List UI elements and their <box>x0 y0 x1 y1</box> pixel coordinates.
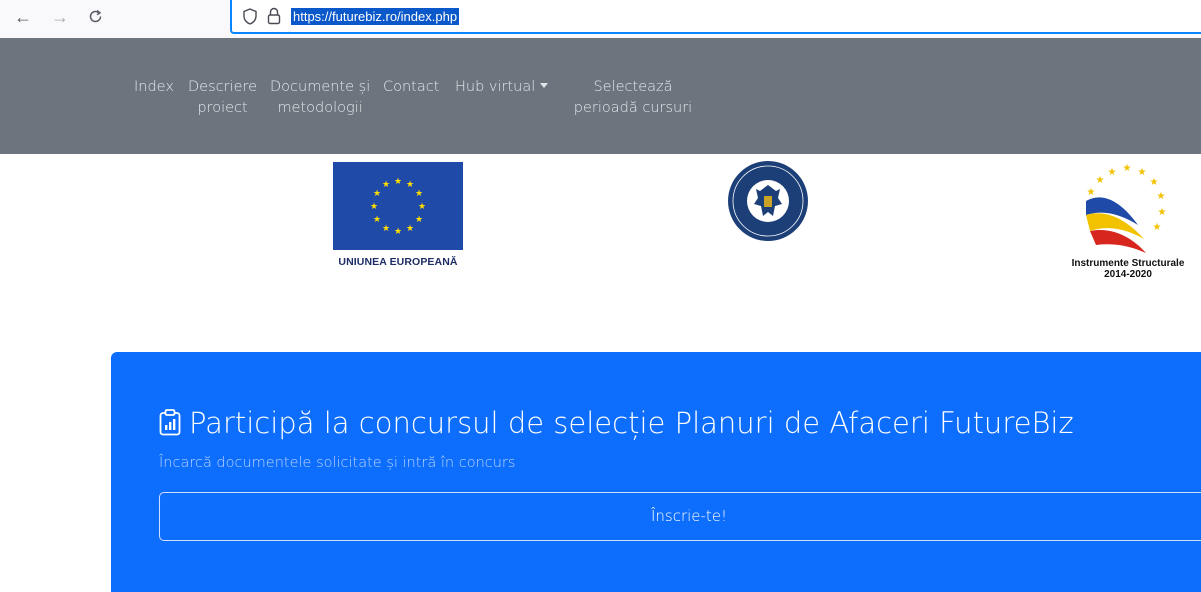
arrow-left-icon[interactable]: ← <box>14 7 32 27</box>
eu-logo-label: UNIUNEA EUROPEANĂ <box>338 256 458 268</box>
svg-text:★: ★ <box>1138 167 1147 178</box>
tracking-shield-icon[interactable] <box>243 8 257 25</box>
selection-contest-banner: Participă la concursul de selecție Planu… <box>111 352 1201 592</box>
svg-text:★: ★ <box>373 215 381 225</box>
nav-item-label: Selectează <box>593 79 673 95</box>
nav-item-label: Index <box>134 79 174 95</box>
svg-text:★: ★ <box>1108 167 1117 178</box>
nav-item-label: Contact <box>383 79 440 95</box>
nav-item-label: Documente și <box>270 79 371 95</box>
nav-item-label: Descriere <box>188 79 258 95</box>
svg-text:★: ★ <box>1153 222 1162 233</box>
svg-text:★: ★ <box>418 202 426 212</box>
browser-toolbar: ← → https://futurebiz.ro/index.php <box>0 0 1201 38</box>
svg-text:★: ★ <box>415 189 423 199</box>
svg-text:★: ★ <box>1123 163 1132 174</box>
svg-text:★: ★ <box>382 180 390 190</box>
svg-text:★: ★ <box>1157 191 1166 202</box>
nav-item-label-line2: metodologii <box>277 100 363 116</box>
url-text[interactable]: https://futurebiz.ro/index.php <box>291 8 460 25</box>
svg-text:★: ★ <box>406 224 414 234</box>
nav-item-selecteaza-perioada[interactable]: Selectează perioadă cursuri <box>563 78 703 118</box>
svg-text:★: ★ <box>406 180 414 190</box>
nav-item-descriere-proiect[interactable]: Descriere proiect <box>188 78 257 118</box>
is-label-line1: Instrumente Structurale <box>1071 258 1185 269</box>
instrumente-structurale-logo: ★ ★ ★ ★★★ ★★★ <box>1086 163 1167 253</box>
reload-icon[interactable] <box>88 9 103 24</box>
nav-item-contact[interactable]: Contact <box>383 78 439 97</box>
is-label-line2: 2014-2020 <box>1104 269 1152 280</box>
chevron-down-icon <box>540 83 549 88</box>
svg-text:★: ★ <box>394 177 402 187</box>
nav-item-hub-virtual[interactable]: Hub virtual <box>455 78 549 97</box>
svg-text:★: ★ <box>382 224 390 234</box>
eu-flag-logo: ★ ★★ ★★★ ★★★ ★★★ <box>333 162 463 250</box>
svg-text:★: ★ <box>1087 187 1096 198</box>
svg-text:★: ★ <box>1150 177 1159 188</box>
signup-button[interactable]: Înscrie-te! <box>159 492 1201 541</box>
nav-item-label: Hub virtual <box>455 79 536 95</box>
svg-text:★: ★ <box>415 215 423 225</box>
banner-title-text: Participă la concursul de selecție Planu… <box>189 406 1074 440</box>
banner-subtitle: Încarcă documentele solicitate și intră … <box>159 455 516 471</box>
guvernul-romaniei-seal <box>728 161 808 241</box>
svg-text:★: ★ <box>373 189 381 199</box>
nav-item-index[interactable]: Index <box>134 78 174 97</box>
nav-item-label-line2: perioadă cursuri <box>573 100 693 116</box>
nav-item-documente[interactable]: Documente și metodologii <box>270 78 370 118</box>
arrow-right-icon[interactable]: → <box>51 7 69 27</box>
svg-text:★: ★ <box>1096 175 1105 186</box>
instrumente-structurale-label: Instrumente Structurale 2014-2020 <box>1060 258 1196 280</box>
svg-text:★: ★ <box>370 202 378 212</box>
site-navbar: Index Descriere proiect Documente și met… <box>0 38 1201 154</box>
banner-title: Participă la concursul de selecție Planu… <box>159 406 1074 440</box>
nav-item-label-line2: proiect <box>197 100 248 116</box>
svg-text:★: ★ <box>394 227 402 237</box>
lock-icon[interactable] <box>267 7 281 25</box>
clipboard-data-icon <box>159 409 181 436</box>
svg-text:★: ★ <box>1158 207 1167 218</box>
